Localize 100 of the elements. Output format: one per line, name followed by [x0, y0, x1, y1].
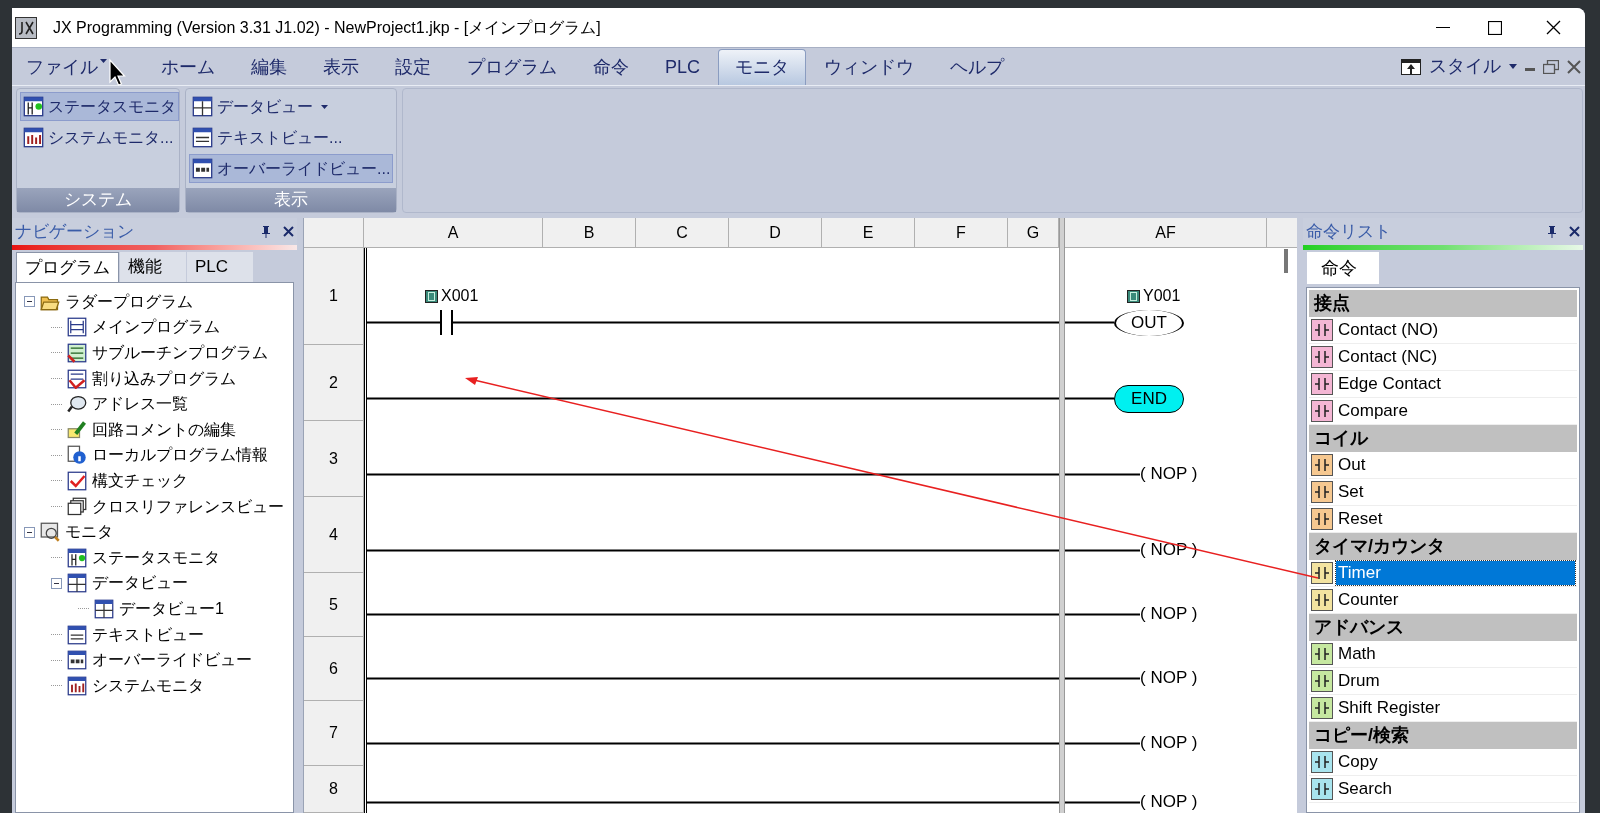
tree-item[interactable]: サブルーチンプログラム: [92, 341, 268, 365]
device-address: X001: [441, 288, 479, 304]
instruction-item[interactable]: Set: [1336, 480, 1575, 504]
tree-item[interactable]: 割り込みプログラム: [92, 366, 236, 391]
tab[interactable]: 命令: [1307, 252, 1379, 284]
instruction-item[interactable]: Contact (NO): [1336, 318, 1575, 342]
tab[interactable]: 機能: [120, 252, 186, 282]
tree-item[interactable]: 回路コメントの編集: [92, 417, 236, 442]
tree-item[interactable]: ステータスモニタ: [92, 545, 220, 570]
tab[interactable]: PLC: [187, 252, 253, 282]
category-header[interactable]: タイマ/カウンタ: [1309, 533, 1577, 560]
menu-tab[interactable]: 設定: [379, 49, 447, 85]
category-header[interactable]: アドバンス: [1309, 614, 1577, 641]
style-menu[interactable]: スタイル: [1429, 53, 1501, 80]
pencil-icon: [67, 419, 87, 440]
instruction-item[interactable]: Compare: [1336, 399, 1575, 423]
close-icon[interactable]: [1569, 226, 1580, 237]
tree-item[interactable]: アドレス一覧: [92, 392, 188, 417]
tree-item[interactable]: モニタ: [65, 520, 113, 545]
pin-icon[interactable]: [1547, 225, 1557, 238]
meter-icon: [23, 127, 44, 148]
row-number: 8: [304, 766, 364, 813]
row-number: 5: [304, 573, 364, 637]
check-icon: [67, 470, 87, 491]
status-icon: [23, 96, 44, 117]
ladder-icon: [67, 317, 87, 338]
ladder-icon: [67, 343, 87, 363]
style-icon[interactable]: [1401, 58, 1421, 75]
collapse-icon[interactable]: [24, 296, 35, 308]
nop-instruction: ( NOP ): [1140, 793, 1198, 810]
column-header: A: [364, 218, 543, 247]
menu-tab[interactable]: 編集: [235, 49, 303, 85]
ribbon-button[interactable]: データビュー: [189, 92, 331, 121]
menu-tab[interactable]: PLC: [649, 49, 716, 85]
ribbon-button[interactable]: ステータスモニタ: [20, 92, 179, 121]
scrollbar-thumb[interactable]: [1284, 249, 1288, 273]
monitor-icon: [40, 522, 60, 543]
row-number: 1: [304, 248, 364, 345]
tree-item[interactable]: ラダープログラム: [65, 289, 193, 314]
end-instruction: END: [1114, 385, 1184, 413]
menu-tab[interactable]: ホーム: [145, 49, 231, 85]
ribbon-button[interactable]: オーバーライドビュー...: [189, 154, 394, 183]
tree-item[interactable]: システムモニタ: [92, 673, 204, 698]
menu-tab[interactable]: 命令: [577, 49, 645, 85]
caret-icon[interactable]: [100, 59, 107, 63]
column-header: F: [915, 218, 1008, 247]
row-number: 2: [304, 345, 364, 421]
row-number: 7: [304, 701, 364, 766]
menu-tab[interactable]: ウィンドウ: [808, 49, 930, 85]
ladder-icon: [67, 368, 87, 389]
category-header[interactable]: コイル: [1309, 425, 1577, 452]
menu-tab[interactable]: ファイル: [20, 49, 109, 85]
window-title: JX Programming (Version 3.31 J1.02) - NewProject1.jkp - [メインプログラム]: [53, 17, 601, 38]
caret-icon[interactable]: [321, 104, 328, 109]
menu-tab[interactable]: 表示: [307, 49, 375, 85]
tree-item[interactable]: メインプログラム: [92, 315, 220, 340]
tree-item[interactable]: データビュー1: [119, 596, 224, 621]
app-logo-icon: [15, 16, 37, 39]
instruction-item[interactable]: Counter: [1336, 588, 1575, 612]
category-header[interactable]: コピー/検索: [1309, 722, 1577, 749]
instruction-item[interactable]: Math: [1336, 642, 1575, 666]
group-title: システム: [17, 188, 179, 212]
maximize-icon[interactable]: [1488, 20, 1502, 35]
restore-icon[interactable]: [1543, 59, 1559, 74]
instruction-item[interactable]: Contact (NC): [1336, 345, 1575, 369]
tab[interactable]: プログラム: [16, 252, 119, 282]
document-icon: [67, 624, 87, 645]
nop-instruction: ( NOP ): [1140, 734, 1198, 751]
instruction-item[interactable]: Search: [1336, 777, 1575, 801]
instruction-item[interactable]: Reset: [1336, 507, 1575, 531]
instruction-item[interactable]: Copy: [1336, 750, 1575, 774]
category-header[interactable]: 接点: [1309, 290, 1577, 317]
instruction-item[interactable]: Timer: [1336, 561, 1575, 585]
instruction-item[interactable]: Edge Contact: [1336, 372, 1575, 396]
minimize-icon[interactable]: [1436, 26, 1450, 29]
ribbon-button[interactable]: システムモニタ...: [20, 123, 177, 152]
column-header: B: [543, 218, 636, 247]
menu-tab[interactable]: ヘルプ: [934, 49, 1020, 85]
close-icon[interactable]: [1545, 20, 1561, 35]
menu-tab[interactable]: モニタ: [718, 49, 806, 85]
tree-item[interactable]: 構文チェック: [92, 468, 188, 493]
collapse-icon[interactable]: [24, 526, 35, 538]
caret-icon[interactable]: [1509, 64, 1517, 69]
tree-item[interactable]: データビュー: [92, 571, 188, 596]
instruction-item[interactable]: Shift Register: [1336, 696, 1575, 720]
instruction-item[interactable]: Out: [1336, 453, 1575, 477]
pin-icon[interactable]: [261, 225, 271, 238]
document-icon: [192, 127, 213, 148]
tree-item[interactable]: クロスリファレンスビュー: [92, 494, 284, 519]
grid-icon: [67, 573, 87, 594]
tree-item[interactable]: オーバーライドビュー: [92, 648, 252, 673]
tree-item[interactable]: テキストビュー: [92, 622, 204, 647]
close-icon[interactable]: [283, 226, 294, 237]
collapse-icon[interactable]: [51, 577, 62, 589]
panel-title: 命令リスト: [1306, 220, 1391, 243]
ribbon-button[interactable]: テキストビュー...: [189, 123, 346, 152]
instruction-item[interactable]: Drum: [1336, 669, 1575, 693]
column-header: C: [636, 218, 729, 247]
menu-tab[interactable]: プログラム: [451, 49, 573, 85]
tree-item[interactable]: ローカルプログラム情報: [92, 443, 268, 468]
